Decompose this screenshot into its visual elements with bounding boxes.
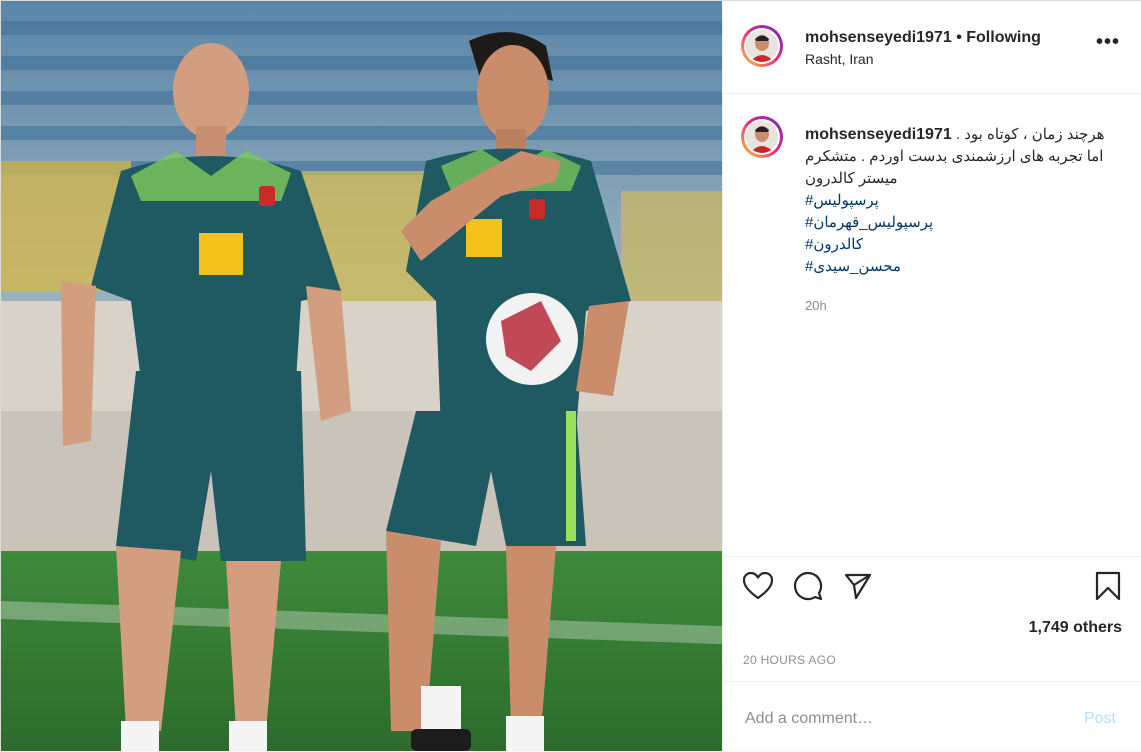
paper-plane-icon [844,573,872,600]
ellipsis-icon: ••• [1095,31,1120,53]
instagram-post: mohsenseyedi1971 • Following Rasht, Iran… [0,0,1141,751]
post-location[interactable]: Rasht, Iran [805,51,873,67]
post-actions: 1,749 others 20 HOURS AGO [723,556,1141,682]
header-title-row: mohsenseyedi1971 • Following [805,29,1041,47]
caption-username[interactable]: mohsenseyedi1971 [805,126,952,143]
post-photo[interactable] [1,1,722,751]
comment-icon [794,572,823,601]
likes-count[interactable]: 1,749 others [1029,619,1122,637]
bookmark-icon [1095,571,1121,601]
hashtag-link[interactable]: #کالدرون [805,234,1125,256]
caption-section: mohsenseyedi1971 هرچند زمان ، کوتاه بود … [723,94,1141,556]
header-separator: • [951,29,967,46]
follow-status-button[interactable]: Following [966,29,1041,46]
hashtag-link[interactable]: #پرسپولیس [805,190,1125,212]
author-avatar[interactable] [741,25,783,67]
post-header: mohsenseyedi1971 • Following Rasht, Iran… [723,1,1141,94]
heart-icon [743,572,773,600]
author-username[interactable]: mohsenseyedi1971 [805,29,952,46]
post-timestamp[interactable]: 20 HOURS AGO [743,653,836,667]
comment-button[interactable] [791,569,825,603]
more-options-button[interactable]: ••• [1096,31,1120,54]
like-button[interactable] [741,569,775,603]
avatar-photo [746,30,778,62]
share-button[interactable] [841,569,875,603]
hashtag-link[interactable]: #پرسپولیس_قهرمان [805,212,1125,234]
photo-illustration [1,1,722,751]
comment-bar: Post [723,681,1141,752]
comment-input[interactable] [743,704,1067,734]
caption-text: mohsenseyedi1971 هرچند زمان ، کوتاه بود … [805,124,1125,278]
hashtag-link[interactable]: #محسن_سیدی [805,256,1125,278]
post-side-panel: mohsenseyedi1971 • Following Rasht, Iran… [722,1,1141,751]
caption-avatar-photo [746,121,778,153]
caption-time: 20h [805,298,827,313]
caption-avatar[interactable] [741,116,783,158]
post-comment-button[interactable]: Post [1078,709,1122,729]
save-button[interactable] [1091,569,1125,603]
